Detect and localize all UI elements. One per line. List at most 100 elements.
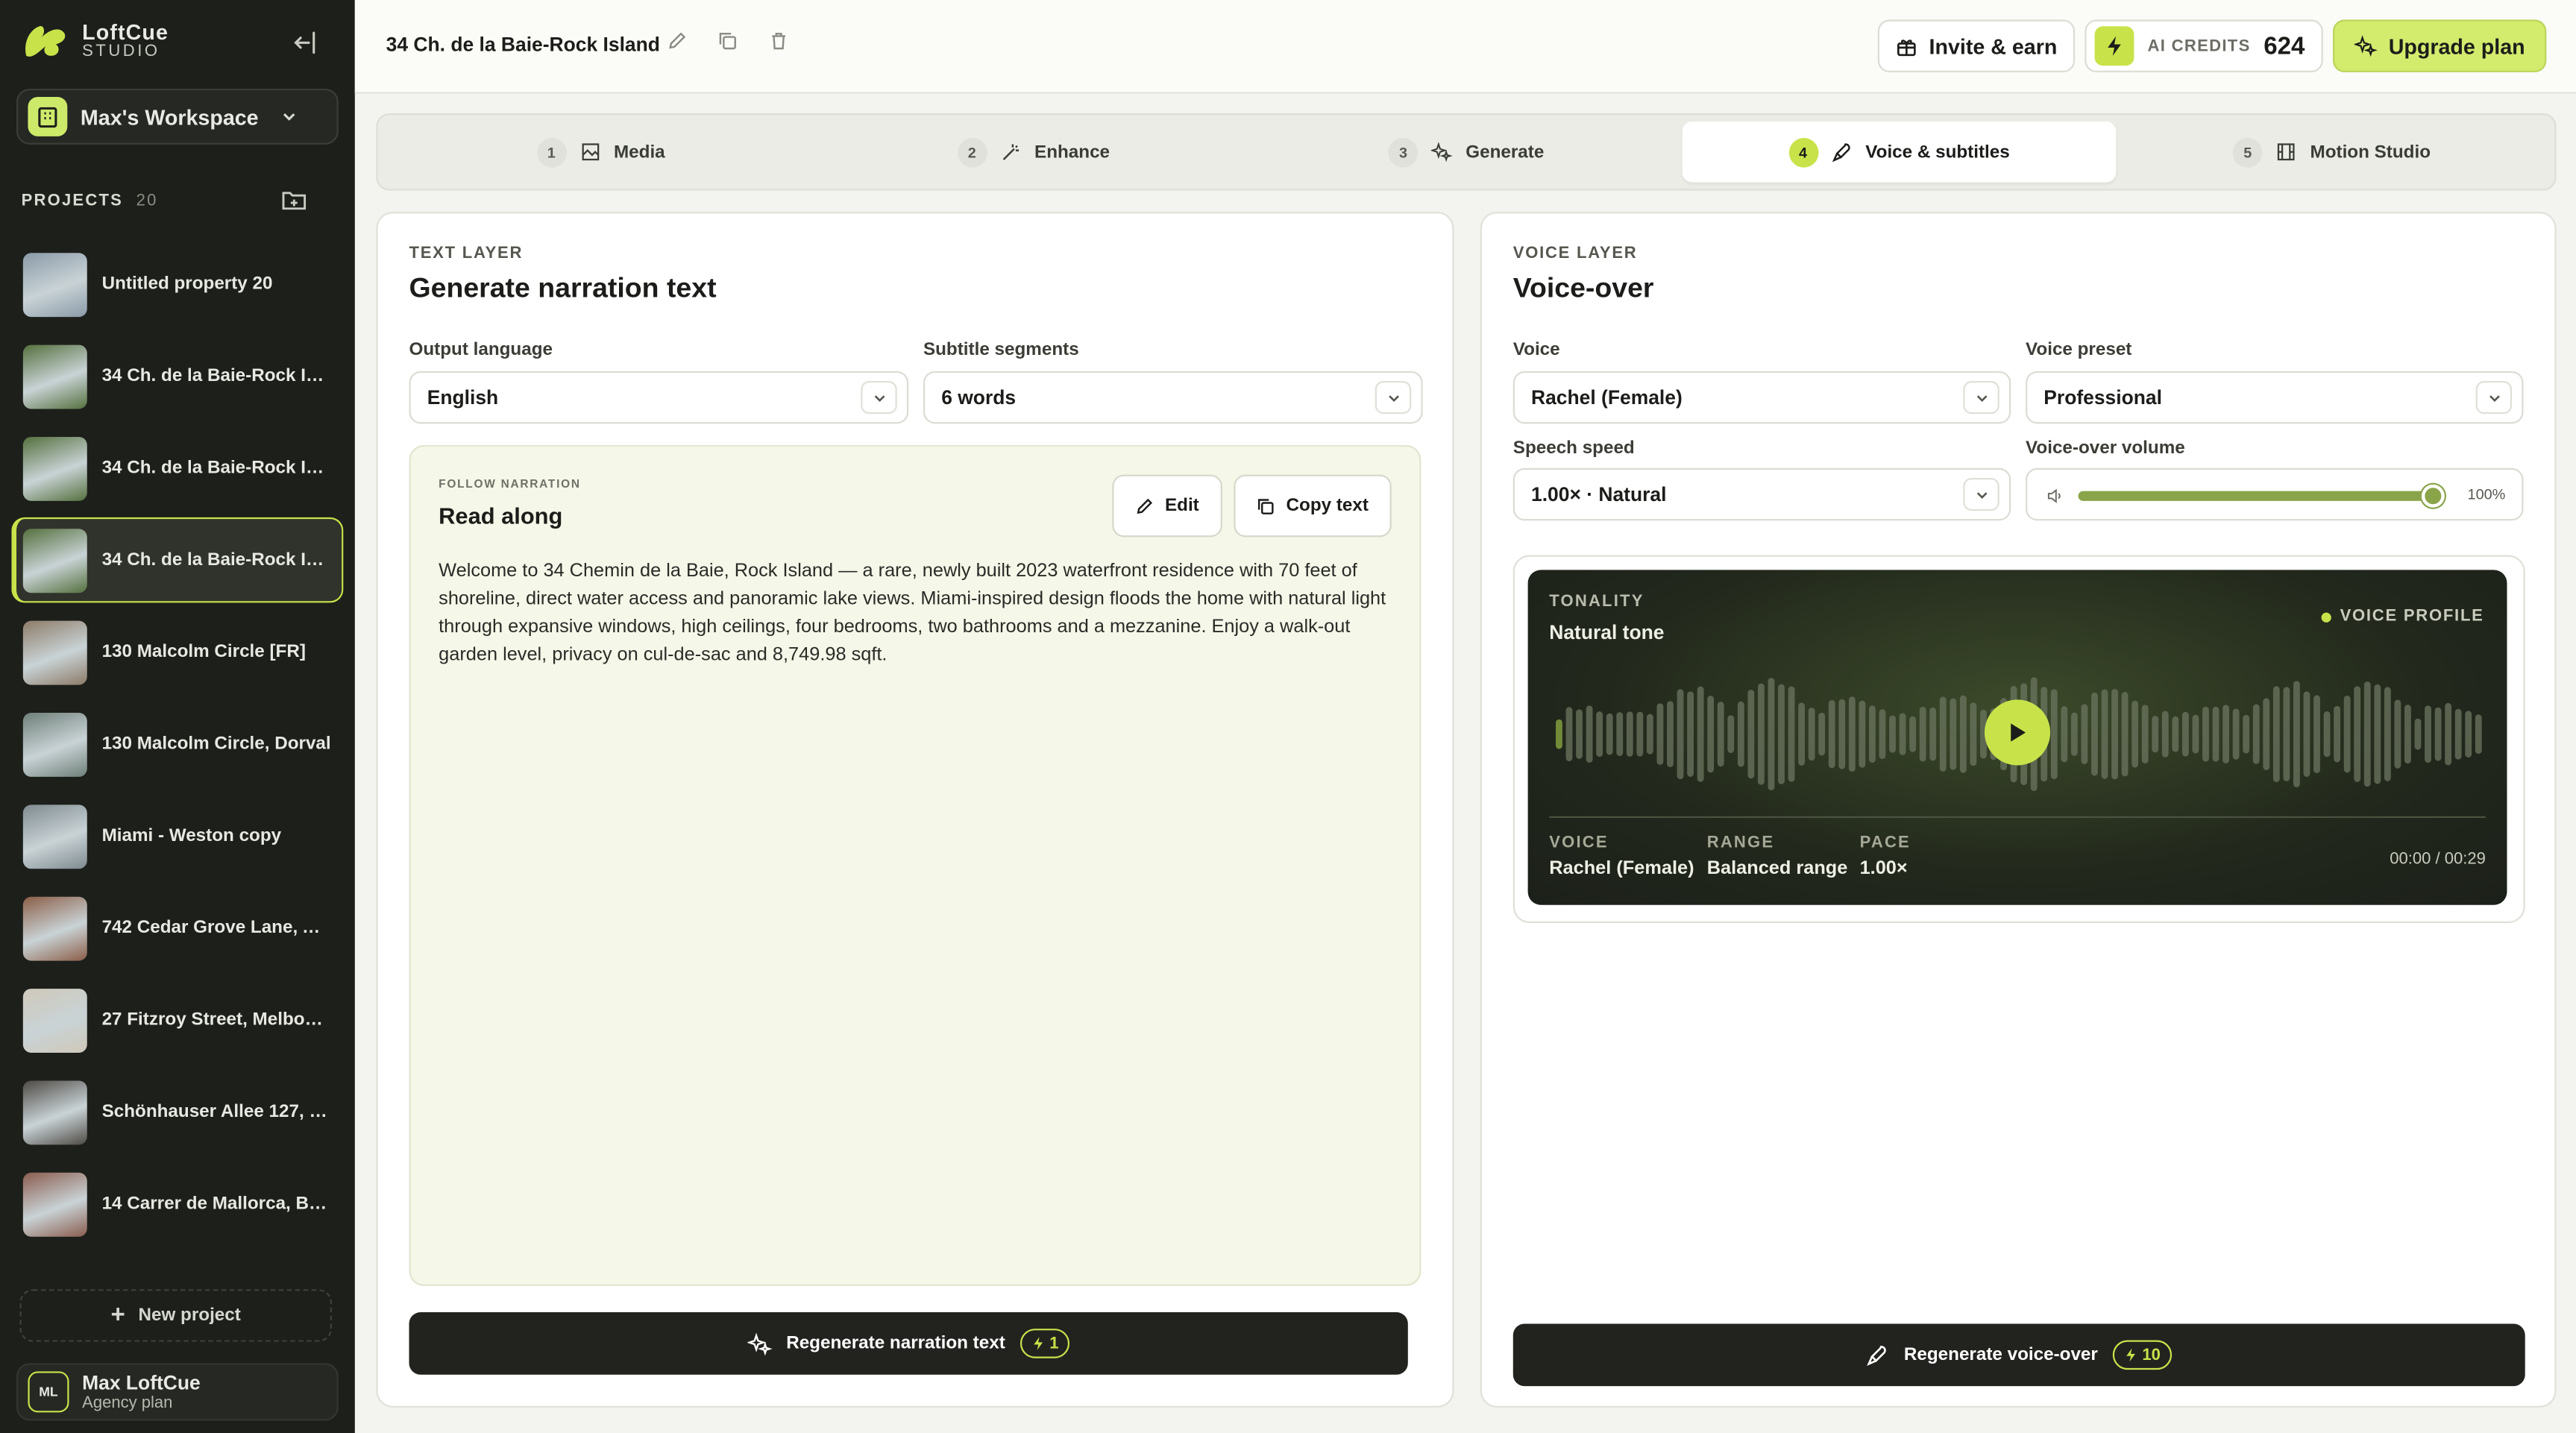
waveform-bar <box>2172 716 2179 752</box>
sidebar-item-project[interactable]: 34 Ch. de la Baie-Rock Isl... <box>11 517 344 603</box>
waveform-bar <box>2465 711 2472 758</box>
voice-select[interactable]: Rachel (Female) <box>1512 371 2011 424</box>
new-folder-icon[interactable] <box>281 189 307 220</box>
waveform-bar <box>1596 711 1603 758</box>
waveform-bar <box>2363 681 2371 787</box>
sidebar-item-project[interactable]: 130 Malcolm Circle, Dorval <box>11 702 343 787</box>
volume-track[interactable] <box>2078 491 2432 501</box>
avatar: ML <box>28 1371 69 1413</box>
lightning-icon <box>2126 1348 2135 1362</box>
waveform-bar <box>2243 714 2250 754</box>
loftcue-logo-icon <box>25 25 66 57</box>
voice-value: Rachel (Female) <box>1531 385 1683 409</box>
tab-enhance[interactable]: 2 Enhance <box>817 122 1250 183</box>
sparkle-icon <box>2354 35 2378 57</box>
project-list: Untitled property 20 34 Ch. de la Baie-Ro… <box>11 242 344 1270</box>
sidebar-item-project[interactable]: 742 Cedar Grove Lane, Au... <box>11 885 343 971</box>
step-number: 5 <box>2232 136 2263 167</box>
step-number: 3 <box>1388 136 1419 167</box>
tab-generate[interactable]: 3 Generate <box>1250 122 1683 183</box>
waveform-bar <box>1959 695 1967 773</box>
volume-label: Voice-over volume <box>2026 438 2185 459</box>
profile-voice-value: Rachel (Female) <box>1549 859 1694 879</box>
duplicate-icon[interactable] <box>718 31 738 51</box>
chevron-down-icon <box>1963 478 1999 511</box>
invite-earn-button[interactable]: Invite & earn <box>1878 19 2076 72</box>
voice-profile-card: TONALITY Natural tone VOICE PROFILE VOIC… <box>1512 555 2525 923</box>
progress-track[interactable] <box>1549 816 2486 818</box>
sidebar-item-project[interactable]: Schönhauser Allee 127, Be... <box>11 1069 343 1155</box>
subtitle-segments-select[interactable]: 6 words <box>923 371 1423 424</box>
waveform-bar <box>1757 683 1765 785</box>
waveform-bar <box>1848 696 1856 772</box>
collapse-sidebar-icon[interactable] <box>289 26 322 59</box>
brand[interactable]: LoftCue STUDIO <box>19 19 169 62</box>
credit-cost: 1 <box>1049 1334 1059 1353</box>
projects-label: PROJECTS <box>21 192 124 210</box>
speech-speed-select[interactable]: 1.00× · Natural <box>1512 467 2011 521</box>
trash-icon[interactable] <box>769 31 788 51</box>
project-name: 27 Fitzroy Street, Melbour... <box>101 1010 332 1030</box>
workspace-switcher[interactable]: Max's Workspace <box>16 88 339 145</box>
waveform-bar <box>1697 686 1704 782</box>
user-name: Max LoftCue <box>82 1370 201 1394</box>
projects-header: PROJECTS 20 <box>22 192 158 210</box>
copy-label: Copy text <box>1286 496 1369 516</box>
sidebar-item-project[interactable]: 27 Fitzroy Street, Melbour... <box>11 977 343 1063</box>
workflow-steps: 1 Media 2 Enhance 3 Generate 4 Voice & subtitle… <box>376 113 2557 191</box>
voice-layer-eyebrow: VOICE LAYER <box>1512 245 1638 263</box>
waveform-bar <box>1737 701 1744 767</box>
upgrade-plan-button[interactable]: Upgrade plan <box>2332 19 2547 72</box>
voice-preset-select[interactable]: Professional <box>2026 371 2524 424</box>
sidebar-item-project[interactable]: 14 Carrer de Mallorca, Bar... <box>11 1161 343 1247</box>
waveform-bar <box>2212 706 2220 762</box>
follow-narration-eyebrow: FOLLOW NARRATION <box>439 479 581 491</box>
regenerate-voiceover-button[interactable]: Regenerate voice-over 10 <box>1512 1323 2525 1387</box>
sidebar-item-project[interactable]: Miami - Weston copy <box>11 793 343 879</box>
tab-motion-studio[interactable]: 5 Motion Studio <box>2115 122 2548 183</box>
plus-icon: + <box>110 1300 125 1329</box>
narration-text[interactable]: Welcome to 34 Chemin de la Baie, Rock Is… <box>439 558 1400 670</box>
edit-button[interactable]: Edit <box>1112 474 1222 538</box>
regenerate-voiceover-label: Regenerate voice-over <box>1903 1345 2098 1365</box>
user-menu[interactable]: ML Max LoftCue Agency plan <box>16 1363 339 1421</box>
step-label: Generate <box>1466 142 1545 162</box>
new-project-button[interactable]: + New project <box>19 1289 332 1342</box>
tab-voice-subtitles[interactable]: 4 Voice & subtitles <box>1683 122 2116 183</box>
sidebar-item-project[interactable]: 34 Ch. de la Baie-Rock Isl... <box>11 426 343 511</box>
project-name: 130 Malcolm Circle [FR] <box>101 642 306 662</box>
waveform-bar <box>2343 696 2351 773</box>
waveform-bar <box>1677 689 1684 780</box>
microphone-icon <box>1831 143 1850 163</box>
waveform-bar <box>2252 704 2260 764</box>
film-icon <box>2278 143 2295 161</box>
waveform-bar <box>1586 705 1593 763</box>
play-button[interactable] <box>1984 699 2051 766</box>
waveform-bar <box>2161 711 2169 758</box>
step-number: 4 <box>1788 136 1818 167</box>
profile-pace: PACE 1.00× <box>1860 834 1911 878</box>
project-thumbnail <box>22 804 87 869</box>
sidebar-item-project[interactable]: 130 Malcolm Circle [FR] <box>11 609 343 695</box>
chevron-down-icon <box>861 381 897 415</box>
regenerate-narration-button[interactable]: Regenerate narration text 1 <box>409 1312 1408 1375</box>
output-language-select[interactable]: English <box>409 371 909 424</box>
volume-slider[interactable]: 100% <box>2026 467 2524 521</box>
subtitle-segments-label: Subtitle segments <box>923 339 1079 360</box>
waveform-bar <box>2313 695 2320 773</box>
copy-text-button[interactable]: Copy text <box>1234 474 1392 538</box>
project-name: 34 Ch. de la Baie-Rock Isl... <box>101 549 332 570</box>
sidebar-item-project[interactable]: 34 Ch. de la Baie-Rock Isl... <box>11 333 343 419</box>
waveform-bar <box>2414 718 2422 750</box>
ai-credits[interactable]: AI CREDITS 624 <box>2085 19 2323 72</box>
step-number: 2 <box>957 136 987 167</box>
waveform-bar <box>2132 700 2139 768</box>
project-name: Miami - Weston copy <box>101 826 282 846</box>
project-thumbnail <box>22 528 87 593</box>
profile-voice: VOICE Rachel (Female) <box>1549 834 1694 878</box>
rename-pencil-icon[interactable] <box>667 31 686 51</box>
tab-media[interactable]: 1 Media <box>384 122 817 183</box>
project-thumbnail <box>22 711 87 776</box>
sidebar-item-project[interactable]: Untitled property 20 <box>11 242 343 327</box>
volume-handle[interactable] <box>2421 484 2445 508</box>
